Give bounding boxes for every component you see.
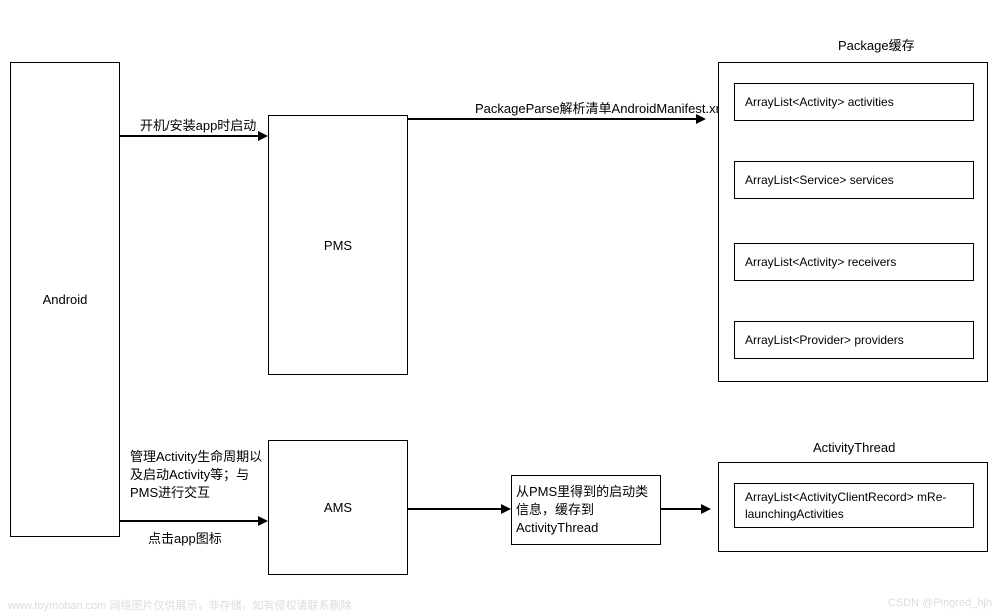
cache-services-text: ArrayList<Service> services [745, 173, 894, 187]
cache-item-services: ArrayList<Service> services [734, 161, 974, 199]
activity-thread-title: ActivityThread [813, 440, 895, 455]
activity-thread-item-text: ArrayList<ActivityClientRecord> mRe-laun… [745, 489, 973, 523]
arrow-android-ams [120, 520, 260, 522]
pms-label: PMS [324, 238, 352, 253]
android-label: Android [43, 292, 88, 307]
pms-box: PMS [268, 115, 408, 375]
cache-item-activities: ArrayList<Activity> activities [734, 83, 974, 121]
android-box: Android [10, 62, 120, 537]
package-cache-container: ArrayList<Activity> activities ArrayList… [718, 62, 988, 382]
ams-middle-box: 从PMS里得到的启动类信息，缓存到ActivityThread [511, 475, 661, 545]
arrow-pms-cache [408, 118, 698, 120]
arrow-middle-at [661, 508, 703, 510]
activity-thread-item: ArrayList<ActivityClientRecord> mRe-laun… [734, 483, 974, 528]
watermark-left: www.toymoban.com 网络图片仅供展示，非存储，如有侵权请联系删除 [8, 597, 351, 613]
ams-middle-text: 从PMS里得到的启动类信息，缓存到ActivityThread [516, 483, 656, 538]
arrow-android-pms [120, 135, 260, 137]
arrow-head-middle-at [701, 504, 711, 514]
activity-thread-container: ArrayList<ActivityClientRecord> mRe-laun… [718, 462, 988, 552]
watermark-right: CSDN @Pingred_hjh [888, 597, 992, 609]
cache-item-providers: ArrayList<Provider> providers [734, 321, 974, 359]
ams-label: AMS [324, 500, 352, 515]
arrow-head-android-pms [258, 131, 268, 141]
label-to-ams-2: 点击app图标 [148, 528, 222, 547]
cache-receivers-text: ArrayList<Activity> receivers [745, 255, 896, 269]
cache-providers-text: ArrayList<Provider> providers [745, 333, 904, 347]
arrow-head-android-ams [258, 516, 268, 526]
label-to-ams-1: 管理Activity生命周期以及启动Activity等；与PMS进行交互 [130, 448, 270, 503]
arrow-ams-middle [408, 508, 503, 510]
label-to-pms: 开机/安装app时启动 [140, 115, 256, 134]
arrow-head-ams-middle [501, 504, 511, 514]
label-pms-cache: PackageParse解析清单AndroidManifest.xml [475, 98, 729, 117]
package-cache-title: Package缓存 [838, 35, 915, 54]
ams-box: AMS [268, 440, 408, 575]
cache-activities-text: ArrayList<Activity> activities [745, 95, 894, 109]
cache-item-receivers: ArrayList<Activity> receivers [734, 243, 974, 281]
